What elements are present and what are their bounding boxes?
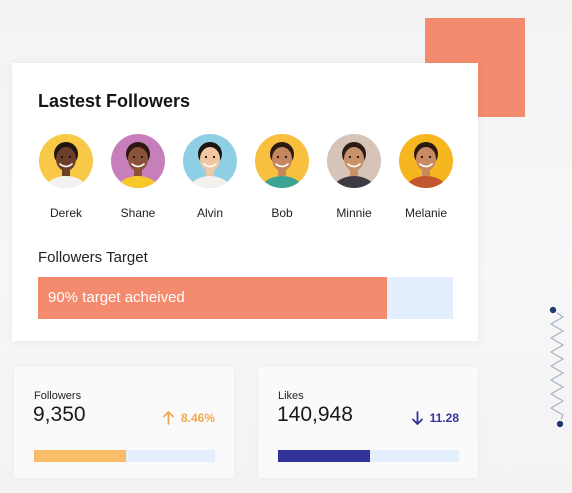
stat-value: 140,948 — [277, 403, 353, 426]
avatar-alvin-icon — [183, 134, 237, 188]
follower-name: Alvin — [196, 206, 223, 220]
arrow-up-icon — [163, 411, 174, 425]
stat-label: Likes — [278, 390, 304, 402]
stat-change-value: 11.28 — [429, 411, 459, 425]
decorative-zigzag-line — [548, 305, 565, 429]
followers-stat-card: Followers 9,350 8.46% — [14, 367, 234, 478]
stat-label: Followers — [34, 390, 82, 402]
followers-avatar-row: Derek Shane Alvin Bob Minnie Melanie — [38, 134, 458, 224]
stat-bar-fill — [278, 450, 371, 462]
progress-text: 90% target acheived — [48, 289, 185, 306]
avatar-derek-icon — [39, 134, 93, 188]
follower-bob[interactable]: Bob — [254, 134, 310, 220]
stat-bar-fill — [34, 450, 127, 462]
follower-alvin[interactable]: Alvin — [182, 134, 238, 220]
follower-name: Shane — [120, 206, 156, 220]
likes-stat-card: Likes 140,948 11.28 — [258, 367, 478, 478]
stat-value: 9,350 — [33, 403, 86, 426]
follower-name: Bob — [271, 206, 293, 220]
followers-stat-bar — [34, 450, 215, 462]
latest-followers-card: Lastest Followers Derek Shane Alvin Bob … — [12, 63, 478, 341]
followers-target-progress-bar: 90% target acheived — [38, 277, 453, 319]
follower-shane[interactable]: Shane — [110, 134, 166, 220]
follower-minnie[interactable]: Minnie — [326, 134, 382, 220]
follower-name: Melanie — [404, 206, 448, 220]
avatar-melanie-icon — [399, 134, 453, 188]
follower-name: Minnie — [336, 206, 372, 220]
avatar-shane-icon — [111, 134, 165, 188]
followers-target-label: Followers Target — [38, 249, 148, 266]
follower-melanie[interactable]: Melanie — [398, 134, 454, 220]
stat-change: 11.28 — [411, 411, 459, 425]
arrow-down-icon — [411, 411, 423, 425]
follower-derek[interactable]: Derek — [38, 134, 94, 220]
stat-change: 8.46% — [163, 411, 215, 425]
stat-change-value: 8.46% — [180, 411, 215, 425]
progress-fill: 90% target acheived — [38, 277, 387, 319]
card-title: Lastest Followers — [38, 91, 191, 111]
avatar-minnie-icon — [327, 134, 381, 188]
avatar-bob-icon — [255, 134, 309, 188]
likes-stat-bar — [278, 450, 459, 462]
follower-name: Derek — [49, 206, 82, 220]
